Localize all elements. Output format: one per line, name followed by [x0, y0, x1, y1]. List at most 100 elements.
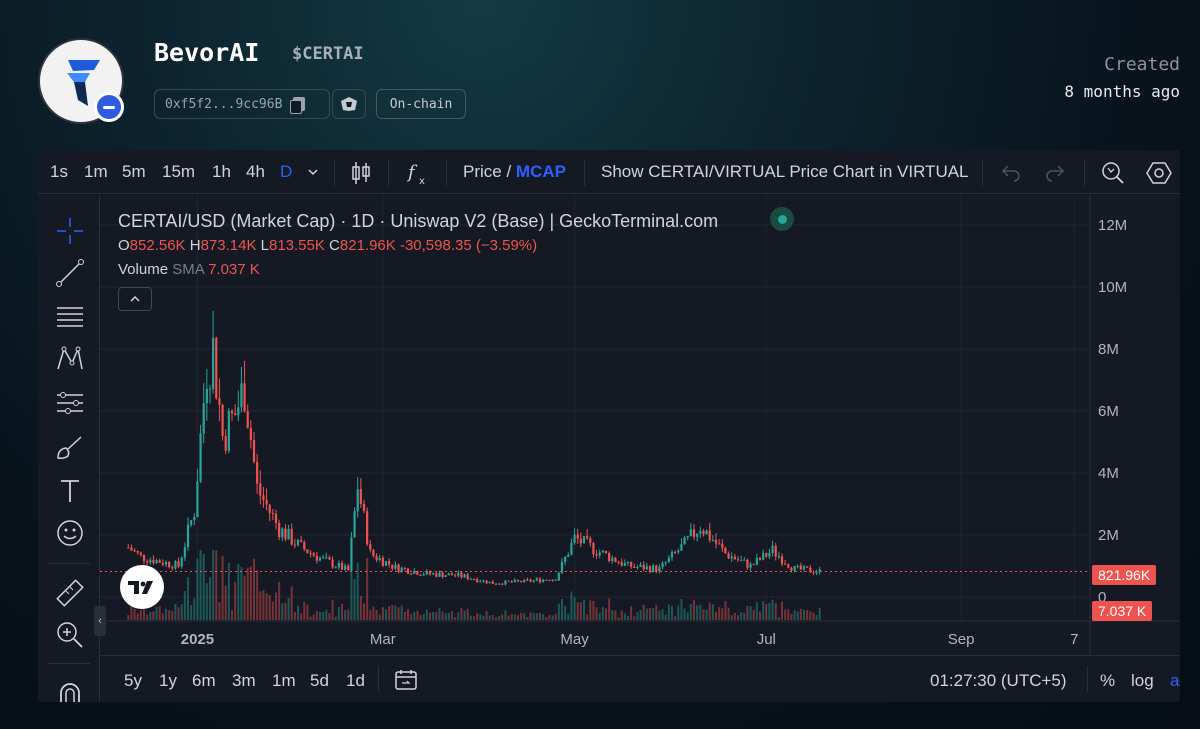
volume-bar — [454, 617, 457, 620]
crosshair-icon[interactable] — [54, 215, 86, 247]
candle-type-icon[interactable] — [350, 160, 372, 186]
tradingview-logo[interactable] — [120, 565, 164, 609]
volume-bar — [165, 608, 167, 620]
text-icon[interactable] — [54, 475, 86, 507]
candle-body — [234, 413, 237, 416]
volume-bar — [498, 615, 501, 620]
candle-body — [513, 579, 516, 583]
token-name: BevorAI — [154, 38, 260, 67]
address-copy-button[interactable]: 0xf5f2...9cc96B — [154, 89, 330, 119]
chart-legend-title: CERTAI/USD (Market Cap) · 1D · Uniswap V… — [118, 211, 719, 231]
volume-bar — [803, 609, 805, 620]
mcap-label[interactable]: MCAP — [516, 162, 566, 181]
candle-body — [714, 540, 718, 544]
settings-gear-icon[interactable] — [1146, 160, 1172, 186]
candle-body — [177, 561, 180, 567]
volume-bar — [278, 581, 281, 620]
volume-bar — [589, 600, 592, 620]
candle-body — [686, 535, 689, 538]
volume-bar — [366, 557, 369, 620]
volume-bar — [737, 615, 739, 620]
date-range-icon[interactable] — [394, 668, 418, 692]
ohlc-legend: O852.56K H873.14K L813.55K C821.96K -30,… — [118, 237, 537, 254]
created-value: 8 months ago — [1064, 82, 1180, 101]
y-tick-label: 10M — [1098, 279, 1127, 296]
volume-bar — [674, 615, 677, 620]
range-6m[interactable]: 6m — [192, 671, 216, 691]
candle-body — [256, 461, 259, 484]
volume-bar — [671, 605, 673, 620]
candle-body — [718, 543, 721, 545]
range-5y[interactable]: 5y — [124, 671, 142, 691]
volume-bar — [363, 603, 365, 620]
show-pair-button[interactable]: Show CERTAI/VIRTUAL Price Chart in VIRTU… — [601, 162, 969, 182]
range-5d[interactable]: 5d — [310, 671, 329, 691]
volume-bar — [570, 591, 573, 620]
range-1d[interactable]: 1d — [346, 671, 365, 691]
volume-bar — [410, 614, 413, 620]
interval-d[interactable]: D — [280, 162, 292, 182]
candle-body — [180, 557, 183, 567]
log-scale-toggle[interactable]: log — [1131, 671, 1154, 691]
projection-icon[interactable] — [54, 387, 86, 419]
interval-1h[interactable]: 1h — [212, 162, 231, 182]
interval-15m[interactable]: 15m — [162, 162, 195, 182]
volume-bar — [187, 577, 189, 620]
candle-body — [796, 565, 799, 567]
interval-1s[interactable]: 1s — [50, 162, 68, 182]
onchain-button[interactable]: On-chain — [376, 89, 466, 119]
range-3m[interactable]: 3m — [232, 671, 256, 691]
volume-bar — [337, 606, 340, 620]
candle-body — [259, 483, 262, 496]
clock-time[interactable]: 01:27:30 (UTC+5) — [930, 671, 1067, 691]
ruler-icon[interactable] — [54, 577, 86, 609]
fib-lines-icon[interactable] — [54, 301, 86, 333]
candle-body — [139, 552, 142, 555]
magnet-icon[interactable] — [54, 677, 86, 702]
undo-icon[interactable] — [1000, 162, 1022, 182]
volume-bar — [636, 611, 639, 620]
candle-body — [290, 529, 293, 545]
quick-search-icon[interactable] — [1100, 160, 1126, 186]
interval-5m[interactable]: 5m — [122, 162, 146, 182]
explorer-link-button[interactable] — [332, 89, 366, 119]
last-price-tag: 821.96K — [1092, 565, 1157, 585]
chart-area[interactable]: 12M 10M 8M 6M 4M 2M 0 2025 Mar May Jul Sep 7 CERTAI/… — [100, 195, 1180, 655]
candle-body — [171, 567, 174, 569]
candle-body — [570, 542, 573, 555]
pattern-icon[interactable] — [54, 343, 86, 375]
candle-body — [281, 528, 284, 538]
candle-body — [161, 562, 164, 565]
percent-scale-toggle[interactable]: % — [1100, 671, 1115, 691]
range-1y[interactable]: 1y — [159, 671, 177, 691]
volume-bar — [605, 608, 607, 620]
trendline-icon[interactable] — [54, 257, 86, 289]
candle-body — [403, 567, 406, 569]
interval-4h[interactable]: 4h — [246, 162, 265, 182]
volume-bar — [275, 592, 277, 620]
indicators-icon[interactable]: f x — [406, 160, 430, 186]
candle-body — [406, 568, 410, 574]
redo-icon[interactable] — [1044, 162, 1066, 182]
candle-body — [661, 562, 664, 567]
price-toggle[interactable]: Price / MCAP — [463, 162, 566, 182]
collapse-toolbar-button[interactable]: ‹ — [94, 606, 106, 636]
zoom-in-icon[interactable] — [54, 619, 86, 651]
volume-bar — [526, 616, 529, 620]
brush-icon[interactable] — [54, 431, 86, 463]
collapse-legend-button[interactable] — [118, 287, 152, 311]
range-1m[interactable]: 1m — [272, 671, 296, 691]
chevron-down-icon[interactable] — [306, 166, 320, 178]
candle-body — [190, 520, 193, 525]
interval-1m[interactable]: 1m — [84, 162, 108, 182]
y-tick-label: 4M — [1098, 465, 1119, 482]
emoji-icon[interactable] — [54, 517, 86, 549]
candle-body — [482, 580, 485, 582]
candle-body — [287, 529, 290, 540]
volume-bar — [460, 607, 463, 620]
candlestick-chart[interactable]: 12M10M8M6M4M2M02025 Mar May Jul Sep 7 — [100, 195, 1180, 655]
auto-scale-toggle[interactable]: auto — [1170, 671, 1180, 691]
volume-bar — [790, 613, 793, 620]
x-tick-label: 2025 — [181, 631, 214, 648]
volume-bar — [542, 614, 545, 620]
